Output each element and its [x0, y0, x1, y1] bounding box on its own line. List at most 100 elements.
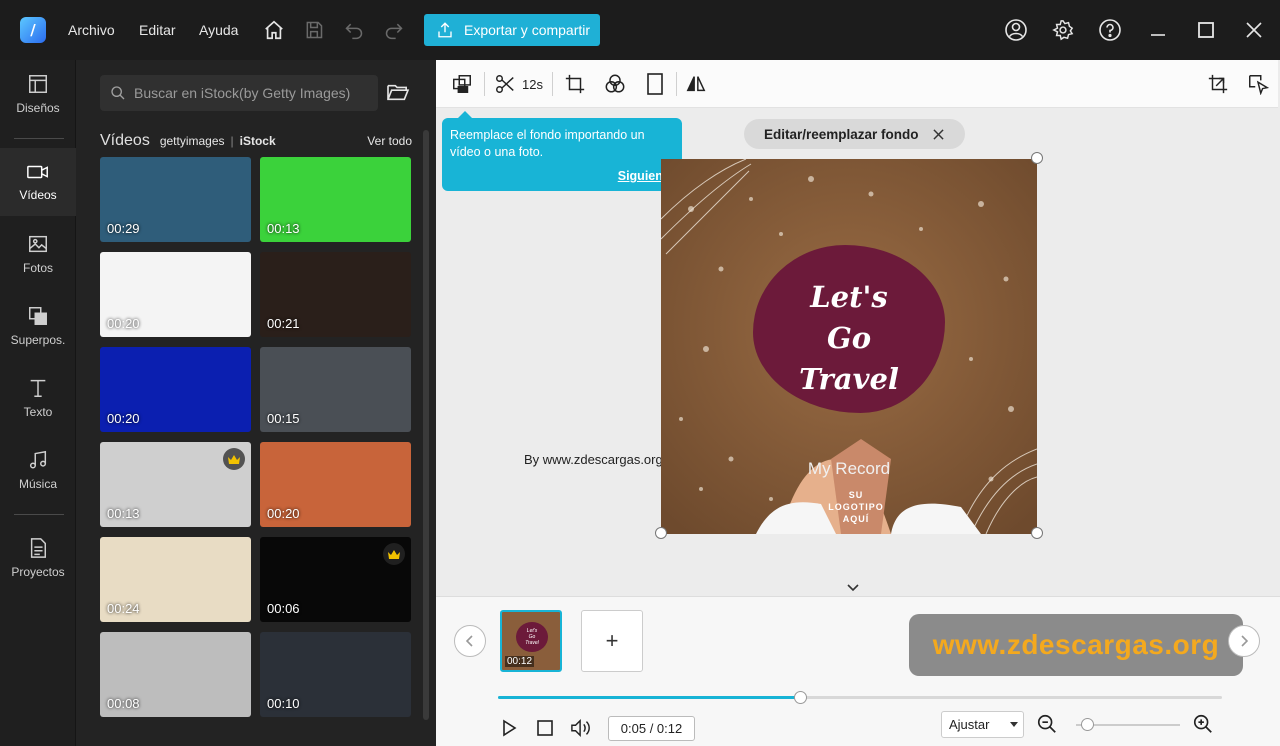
menu-archivo[interactable]: Archivo — [68, 22, 115, 38]
edit-background-pill[interactable]: Editar/reemplazar fondo — [744, 119, 965, 149]
chevron-right-icon — [1241, 635, 1248, 647]
video-duration: 00:20 — [107, 411, 140, 426]
video-thumbnail[interactable]: 00:15 — [260, 347, 411, 432]
rail-divider — [14, 138, 64, 139]
aspect-ratio-icon[interactable] — [643, 72, 667, 96]
search-input[interactable]: Buscar en iStock(by Getty Images) — [100, 75, 378, 111]
upload-icon — [438, 22, 452, 38]
text-icon — [30, 379, 46, 397]
video-thumbnail[interactable]: 00:13 — [100, 442, 251, 527]
maximize-icon[interactable] — [1192, 16, 1220, 44]
video-thumbnail[interactable]: 00:24 — [100, 537, 251, 622]
search-placeholder: Buscar en iStock(by Getty Images) — [134, 85, 351, 101]
rail-label-videos: Vídeos — [19, 188, 57, 202]
undo-icon[interactable] — [342, 18, 366, 42]
close-icon[interactable] — [932, 128, 944, 140]
media-scrollbar[interactable] — [423, 130, 429, 720]
rail-item-photos[interactable]: Fotos — [0, 220, 76, 288]
edit-background-label: Editar/reemplazar fondo — [764, 126, 919, 142]
rail-item-videos[interactable]: Vídeos — [0, 148, 76, 216]
design-canvas[interactable]: Let's Go Travel My Record SU LOGOTIPO AQ… — [661, 159, 1037, 534]
menu-ayuda[interactable]: Ayuda — [199, 22, 238, 38]
video-duration: 00:08 — [107, 696, 140, 711]
add-clip-button[interactable]: + — [581, 610, 643, 672]
title-line: Travel — [799, 362, 899, 396]
menu-editar[interactable]: Editar — [139, 22, 176, 38]
view-all-link[interactable]: Ver todo — [367, 134, 412, 148]
volume-icon[interactable] — [570, 717, 592, 739]
video-thumbnail[interactable]: 00:20 — [100, 347, 251, 432]
split-scissors-icon[interactable] — [493, 72, 517, 96]
filter-icon[interactable] — [603, 72, 627, 96]
title-line: Go — [826, 321, 872, 355]
left-navigation-rail: Diseños Vídeos Fotos Superpos. Texto Mús… — [0, 60, 76, 746]
canvas-title-text[interactable]: Let's Go Travel — [753, 277, 945, 400]
split-duration: 12s — [522, 77, 543, 92]
video-thumbnail[interactable]: 00:21 — [260, 252, 411, 337]
magic-edit-icon[interactable] — [1246, 72, 1270, 96]
video-thumbnail[interactable]: 00:29 — [100, 157, 251, 242]
replace-background-icon[interactable] — [450, 72, 474, 96]
progress-knob[interactable] — [793, 691, 807, 704]
timeline-clip[interactable]: Let's Go Travel 00:12 — [500, 610, 562, 672]
video-thumbnail[interactable]: 00:20 — [260, 442, 411, 527]
clip-duration: 00:12 — [505, 656, 535, 667]
music-note-icon — [29, 450, 47, 469]
toolbar-divider — [676, 72, 677, 96]
media-library-panel: Buscar en iStock(by Getty Images) Vídeos… — [76, 60, 436, 746]
rail-item-music[interactable]: Música — [0, 436, 76, 504]
play-icon[interactable] — [498, 717, 520, 739]
logo-placeholder[interactable]: SU LOGOTIPO AQUÍ — [821, 489, 891, 525]
rail-item-overlays[interactable]: Superpos. — [0, 292, 76, 360]
chevron-down-icon[interactable] — [846, 580, 866, 594]
resize-handle-bottom-right[interactable] — [1031, 527, 1043, 539]
rail-item-projects[interactable]: Proyectos — [0, 524, 76, 592]
timeline-prev-button[interactable] — [454, 625, 486, 657]
settings-gear-icon[interactable] — [1049, 16, 1077, 44]
playback-progress-bar[interactable] — [498, 691, 1222, 704]
video-duration: 00:20 — [107, 316, 140, 331]
flip-icon[interactable] — [684, 72, 708, 96]
rail-item-designs[interactable]: Diseños — [0, 60, 76, 128]
close-window-icon[interactable] — [1240, 16, 1268, 44]
export-share-label: Exportar y compartir — [464, 22, 591, 38]
export-share-button[interactable]: Exportar y compartir — [424, 14, 600, 46]
video-thumbnail[interactable]: 00:13 — [260, 157, 411, 242]
tooltip-text: Reemplace el fondo importando un vídeo o… — [450, 128, 645, 159]
title-line: Let's — [810, 280, 888, 314]
rail-divider — [14, 514, 64, 515]
timeline-panel: Let's Go Travel 00:12 + www.zdescargas.o… — [436, 596, 1280, 746]
section-title: Vídeos — [100, 132, 150, 149]
logo-line: SU — [848, 490, 864, 500]
stop-icon[interactable] — [534, 717, 556, 739]
minimize-icon[interactable] — [1144, 16, 1172, 44]
chevron-left-icon — [466, 635, 473, 647]
canvas-brand-text[interactable]: My Record — [801, 459, 897, 479]
replace-background-tooltip: Reemplace el fondo importando un vídeo o… — [442, 111, 682, 191]
video-duration: 00:29 — [107, 221, 140, 236]
zoom-out-icon[interactable] — [1036, 713, 1058, 735]
resize-canvas-icon[interactable] — [1206, 72, 1230, 96]
video-thumbnail[interactable]: 00:10 — [260, 632, 411, 717]
resize-handle-top-right[interactable] — [1031, 152, 1043, 164]
home-icon[interactable] — [262, 18, 286, 42]
account-icon[interactable] — [1002, 16, 1030, 44]
help-icon[interactable] — [1096, 16, 1124, 44]
video-thumbnail[interactable]: 00:06 — [260, 537, 411, 622]
redo-icon[interactable] — [382, 18, 406, 42]
media-section-header: Vídeos gettyimages | iStock Ver todo — [100, 131, 412, 151]
zoom-slider-knob[interactable] — [1081, 718, 1095, 731]
document-icon — [30, 538, 46, 558]
logo-line: AQUÍ — [842, 514, 870, 524]
resize-handle-bottom-left[interactable] — [655, 527, 667, 539]
folder-open-icon[interactable] — [386, 82, 412, 104]
zoom-in-icon[interactable] — [1192, 713, 1214, 735]
crop-icon[interactable] — [563, 72, 587, 96]
toolbar-divider — [552, 72, 553, 96]
timeline-next-button[interactable] — [1228, 625, 1260, 657]
save-icon[interactable] — [302, 18, 326, 42]
video-thumbnail[interactable]: 00:08 — [100, 632, 251, 717]
zoom-fit-dropdown[interactable]: Ajustar — [941, 711, 1024, 738]
rail-item-text[interactable]: Texto — [0, 364, 76, 432]
video-thumbnail[interactable]: 00:20 — [100, 252, 251, 337]
